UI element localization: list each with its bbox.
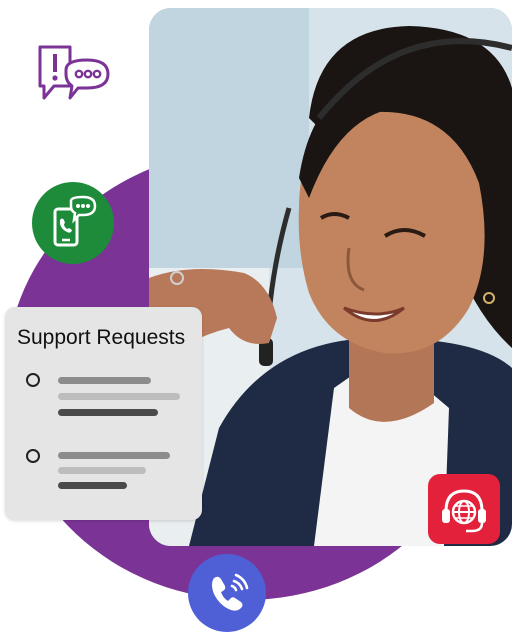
- support-requests-card: Support Requests: [5, 307, 202, 520]
- phone-chat-icon: [32, 182, 114, 264]
- request-2-radio[interactable]: [26, 449, 40, 463]
- request-1-line-2: [58, 393, 180, 400]
- headset-globe-icon[interactable]: [428, 474, 500, 544]
- request-2-line-2: [58, 467, 146, 474]
- card-title: Support Requests: [17, 326, 186, 349]
- chat-alert-icon: [36, 44, 114, 118]
- request-2-line-1: [58, 452, 170, 459]
- phone-call-icon[interactable]: [188, 554, 266, 632]
- request-2-line-3: [58, 482, 127, 489]
- request-1-line-1: [58, 377, 151, 384]
- request-1-radio[interactable]: [26, 373, 40, 387]
- support-agent-photo: [149, 8, 512, 546]
- request-1-line-3: [58, 409, 158, 416]
